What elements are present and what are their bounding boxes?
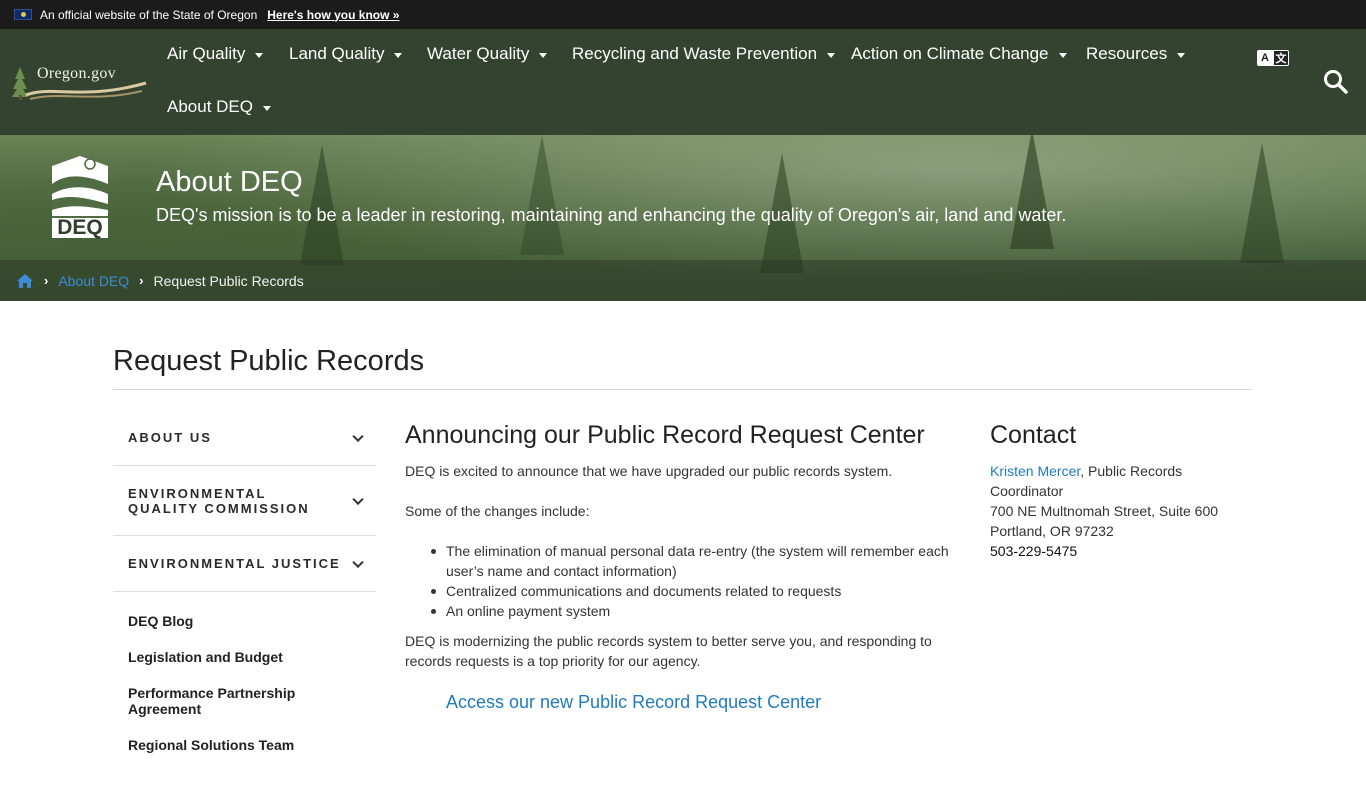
logo-text: Oregon.gov: [37, 65, 116, 82]
nav-item-recycling[interactable]: Recycling and Waste Prevention: [572, 44, 836, 64]
caret-down-icon: [1177, 52, 1186, 58]
sidebar: ABOUT US ENVIRONMENTAL QUALITY COMMISSIO…: [113, 410, 376, 792]
sidebar-accordion-eqc[interactable]: ENVIRONMENTAL QUALITY COMMISSION: [113, 466, 376, 536]
nav-item-label: Recycling and Waste Prevention: [572, 44, 818, 63]
caret-down-icon: [255, 52, 264, 58]
contact-heading: Contact: [990, 421, 1077, 449]
caret-down-icon: [539, 52, 548, 58]
chevron-down-icon: [352, 430, 364, 442]
contact-phone[interactable]: 503-229-5475: [990, 541, 1240, 561]
page-title: Request Public Records: [113, 345, 425, 377]
accordion-label: ABOUT US: [128, 430, 212, 445]
deq-logo-text: DEQ: [57, 216, 103, 239]
nav-item-climate-change[interactable]: Action on Climate Change: [851, 44, 1067, 64]
sidebar-accordion-about-us[interactable]: ABOUT US: [113, 410, 376, 466]
nav-item-label: Air Quality: [167, 44, 246, 63]
forest-tree-shape: [1010, 135, 1054, 249]
caret-down-icon: [263, 105, 271, 111]
sidebar-links: DEQ Blog Legislation and Budget Performa…: [113, 592, 376, 792]
accordion-label: ENVIRONMENTAL QUALITY COMMISSION: [128, 486, 310, 516]
hero-mission: DEQ's mission is to be a leader in resto…: [156, 205, 1067, 225]
nav-item-label: About DEQ: [167, 97, 253, 116]
sidebar-link-performance-partnership[interactable]: Performance Partnership Agreement: [128, 685, 328, 717]
chevron-down-icon: [352, 556, 364, 568]
hero-banner: DEQ About DEQ DEQ's mission is to be a l…: [0, 135, 1366, 301]
nav-item-air-quality[interactable]: Air Quality: [167, 44, 264, 64]
public-records-center-link[interactable]: Access our new Public Record Request Cen…: [446, 692, 821, 713]
chevron-right-icon: ›: [139, 273, 144, 288]
search-icon[interactable]: [1323, 69, 1349, 95]
sidebar-link-legislation-budget[interactable]: Legislation and Budget: [128, 649, 348, 665]
list-item: An online payment system: [431, 601, 961, 621]
oregon-gov-logo[interactable]: Oregon.gov: [12, 61, 148, 103]
contact-name-link[interactable]: Kristen Mercer: [990, 463, 1080, 479]
contact-block: Kristen Mercer, Public Records Coordinat…: [990, 461, 1240, 561]
translate-button[interactable]: A 文: [1257, 50, 1291, 67]
hero-title: About DEQ: [156, 166, 303, 198]
sidebar-link-regional-solutions[interactable]: Regional Solutions Team: [128, 737, 348, 753]
breadcrumb: › About DEQ › Request Public Records: [0, 260, 1366, 301]
nav-item-about-deq[interactable]: About DEQ: [167, 97, 271, 117]
chevron-right-icon: ›: [44, 273, 49, 288]
translate-icon-latin: A: [1257, 50, 1273, 66]
breadcrumb-current: Request Public Records: [153, 272, 304, 289]
oregon-flag-icon: [14, 9, 32, 20]
nav-item-resources[interactable]: Resources: [1086, 44, 1186, 64]
translate-icon-cjk: 文: [1273, 50, 1289, 66]
divider: [113, 389, 1252, 390]
nav-item-water-quality[interactable]: Water Quality: [427, 44, 548, 64]
home-icon[interactable]: [16, 273, 34, 289]
caret-down-icon: [394, 52, 403, 58]
accordion-label: ENVIRONMENTAL JUSTICE: [128, 556, 341, 571]
caret-down-icon: [1058, 52, 1067, 58]
nav-item-label: Water Quality: [427, 44, 530, 63]
sidebar-accordion-environmental-justice[interactable]: ENVIRONMENTAL JUSTICE: [113, 536, 376, 592]
changes-intro: Some of the changes include:: [405, 503, 590, 519]
sidebar-link-deq-blog[interactable]: DEQ Blog: [128, 613, 348, 629]
nav-item-label: Land Quality: [289, 44, 385, 63]
nav-item-label: Resources: [1086, 44, 1168, 63]
list-item: Centralized communications and documents…: [431, 581, 961, 601]
announcement-intro: DEQ is excited to announce that we have …: [405, 463, 893, 479]
contact-name-line: Kristen Mercer, Public Records Coordinat…: [990, 461, 1240, 501]
nav-item-land-quality[interactable]: Land Quality: [289, 44, 403, 64]
closing-paragraph: DEQ is modernizing the public records sy…: [405, 633, 932, 669]
main-navigation: Oregon.gov Air Quality Land Quality Wate…: [0, 29, 1366, 135]
nav-item-label: Action on Climate Change: [851, 44, 1049, 63]
official-banner: An official website of the State of Oreg…: [0, 0, 1366, 29]
heres-how-you-know-link[interactable]: Here's how you know »: [267, 8, 399, 22]
deq-logo: DEQ: [50, 154, 110, 242]
contact-address-line-2: Portland, OR 97232: [990, 523, 1114, 539]
forest-tree-shape: [1240, 143, 1284, 263]
list-item: The elimination of manual personal data …: [431, 541, 961, 581]
chevron-down-icon: [352, 493, 364, 505]
official-banner-text: An official website of the State of Oreg…: [40, 7, 258, 22]
changes-list: The elimination of manual personal data …: [431, 541, 961, 621]
announcement-heading: Announcing our Public Record Request Cen…: [405, 421, 925, 449]
contact-address-line-1: 700 NE Multnomah Street, Suite 600: [990, 503, 1219, 519]
caret-down-icon: [827, 52, 836, 58]
breadcrumb-link-about-deq[interactable]: About DEQ: [58, 273, 129, 289]
forest-tree-shape: [520, 135, 564, 255]
